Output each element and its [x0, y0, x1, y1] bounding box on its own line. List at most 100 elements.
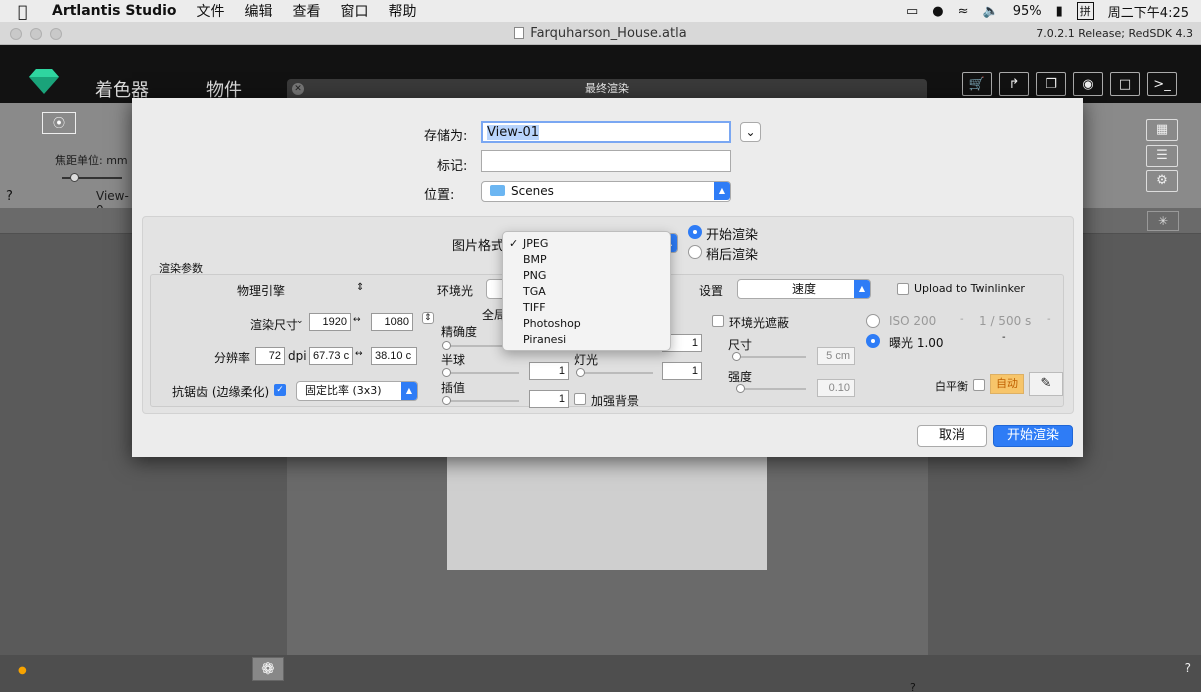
render-size-chevron-icon[interactable]: ⌄ — [296, 316, 304, 326]
viewport-canvas[interactable] — [447, 457, 767, 570]
menu-file[interactable]: 文件 — [197, 1, 225, 21]
menu-help[interactable]: 帮助 — [389, 1, 417, 21]
battery-icon[interactable]: ▮ — [1056, 4, 1063, 19]
antialias-checkbox[interactable]: ✓ — [274, 384, 286, 396]
dialog-close-icon[interactable]: ✕ — [292, 83, 304, 95]
ao-intensity-label: 强度 — [728, 370, 753, 384]
white-balance-checkbox[interactable] — [973, 379, 985, 391]
print-width-input[interactable] — [309, 347, 353, 365]
qq-icon[interactable]: ● — [932, 4, 943, 19]
tag-input[interactable] — [481, 150, 731, 172]
dpi-unit-label: dpi — [288, 349, 307, 363]
ao-checkbox[interactable] — [712, 315, 724, 327]
help-bottom[interactable]: ? — [910, 681, 916, 692]
format-option-piranesi[interactable]: Piranesi — [503, 332, 670, 348]
wifi-icon[interactable]: ≈ — [958, 4, 969, 19]
light-label: 灯光 — [574, 353, 599, 367]
airplay-icon[interactable]: ▭ — [906, 4, 918, 19]
updown-arrows-icon: ▲ — [714, 182, 730, 200]
render-aperture-icon[interactable]: ❁ — [252, 657, 284, 681]
render-now-radio[interactable] — [688, 225, 702, 239]
twinlinker-checkbox[interactable] — [897, 283, 909, 295]
menu-view[interactable]: 查看 — [293, 1, 321, 21]
save-as-input[interactable]: View-01 — [481, 121, 731, 143]
ao-size-label: 尺寸 — [728, 338, 753, 352]
settings-select[interactable]: 速度 ▲ — [737, 279, 871, 299]
precision-slider-knob[interactable] — [442, 341, 451, 350]
hemisphere-slider-knob[interactable] — [442, 368, 451, 377]
color-icon[interactable]: ☰ — [1146, 145, 1178, 167]
format-option-png[interactable]: PNG — [503, 268, 670, 284]
ao-intensity-input[interactable] — [817, 379, 855, 397]
iso-radio[interactable] — [866, 314, 880, 328]
auto-button[interactable]: 自动 — [990, 374, 1024, 394]
camera-icon[interactable]: ◉ — [1073, 72, 1103, 96]
antialias-select[interactable]: 固定比率 (3x3) ▲ — [296, 381, 418, 401]
format-option-tiff[interactable]: TIFF — [503, 300, 670, 316]
windows-icon[interactable]: ❐ — [1036, 72, 1066, 96]
help-bottom-right[interactable]: ? — [1185, 661, 1191, 675]
exposure-radio[interactable] — [866, 334, 880, 348]
app-menu[interactable]: Artlantis Studio — [52, 3, 177, 19]
location-select[interactable]: Scenes ▲ — [481, 181, 731, 202]
hemisphere-slider[interactable] — [444, 372, 519, 374]
menu-bar:  Artlantis Studio 文件 编辑 查看 窗口 帮助 ▭ ● ≈ … — [0, 0, 1201, 22]
light-slider-knob[interactable] — [576, 368, 585, 377]
format-option-label: JPEG — [523, 237, 549, 250]
ao-size-slider[interactable] — [736, 356, 806, 358]
link-icon-2[interactable]: ↔ — [355, 349, 363, 359]
input-method[interactable]: 拼 — [1076, 2, 1094, 20]
export-icon[interactable]: ↱ — [999, 72, 1029, 96]
ao-size-slider-knob[interactable] — [732, 352, 741, 361]
precision-slider[interactable] — [444, 345, 504, 347]
format-option-bmp[interactable]: BMP — [503, 252, 670, 268]
engine-toggle-icon[interactable]: ⇕ — [356, 282, 364, 293]
checker-icon[interactable]: ▦ — [1146, 119, 1178, 141]
format-option-label: Photoshop — [523, 317, 581, 330]
window-title: Farquharson_House.atla — [0, 26, 1201, 41]
view-eye-icon[interactable]: ⦿ — [42, 112, 76, 134]
settings-label: 设置 — [699, 284, 724, 298]
focal-slider-knob[interactable] — [70, 173, 79, 182]
print-height-input[interactable] — [371, 347, 417, 365]
cancel-button[interactable]: 取消 — [917, 425, 987, 447]
light-slider[interactable] — [578, 372, 653, 374]
terminal-icon[interactable]: >_ — [1147, 72, 1177, 96]
format-option-photoshop[interactable]: Photoshop — [503, 316, 670, 332]
interpolation-slider-knob[interactable] — [442, 396, 451, 405]
status-dot-icon: ● — [18, 665, 27, 676]
render-height-input[interactable] — [371, 313, 413, 331]
boost-bg-checkbox[interactable] — [574, 393, 586, 405]
apple-menu-icon[interactable]:  — [18, 2, 32, 21]
ao-intensity-slider[interactable] — [736, 388, 806, 390]
save-as-expand-button[interactable]: ⌄ — [740, 122, 761, 142]
eyedropper-icon[interactable]: ✎ — [1029, 372, 1063, 396]
help-left[interactable]: ? — [6, 189, 13, 204]
volume-icon[interactable]: 🔈 — [983, 4, 999, 19]
interpolation-input[interactable] — [529, 390, 569, 408]
format-option-jpeg[interactable]: ✓ JPEG — [503, 236, 670, 252]
size-stepper-icon[interactable]: ⇕ — [422, 312, 434, 324]
format-option-tga[interactable]: TGA — [503, 284, 670, 300]
render-later-radio[interactable] — [688, 245, 702, 259]
light-input[interactable] — [662, 362, 702, 380]
ao-intensity-slider-knob[interactable] — [736, 384, 745, 393]
link-icon[interactable]: ↔ — [353, 315, 361, 325]
battery-percent[interactable]: 95% — [1013, 4, 1042, 19]
sun-icon[interactable]: ✳ — [1147, 211, 1179, 231]
crop-icon[interactable]: □ — [1110, 72, 1140, 96]
hemisphere-input[interactable] — [529, 362, 569, 380]
location-label: 位置: — [424, 188, 455, 203]
render-width-input[interactable] — [309, 313, 351, 331]
gear-icon[interactable]: ⚙ — [1146, 170, 1178, 192]
menu-edit[interactable]: 编辑 — [245, 1, 273, 21]
dpi-input[interactable] — [255, 347, 285, 365]
menu-window[interactable]: 窗口 — [341, 1, 369, 21]
cart-icon[interactable]: 🛒 — [962, 72, 992, 96]
format-option-label: TGA — [523, 285, 546, 298]
start-render-button[interactable]: 开始渲染 — [993, 425, 1073, 447]
folder-icon — [490, 185, 505, 196]
ao-size-input[interactable] — [817, 347, 855, 365]
interpolation-slider[interactable] — [444, 400, 519, 402]
clock[interactable]: 周二下午4:25 — [1108, 2, 1189, 21]
